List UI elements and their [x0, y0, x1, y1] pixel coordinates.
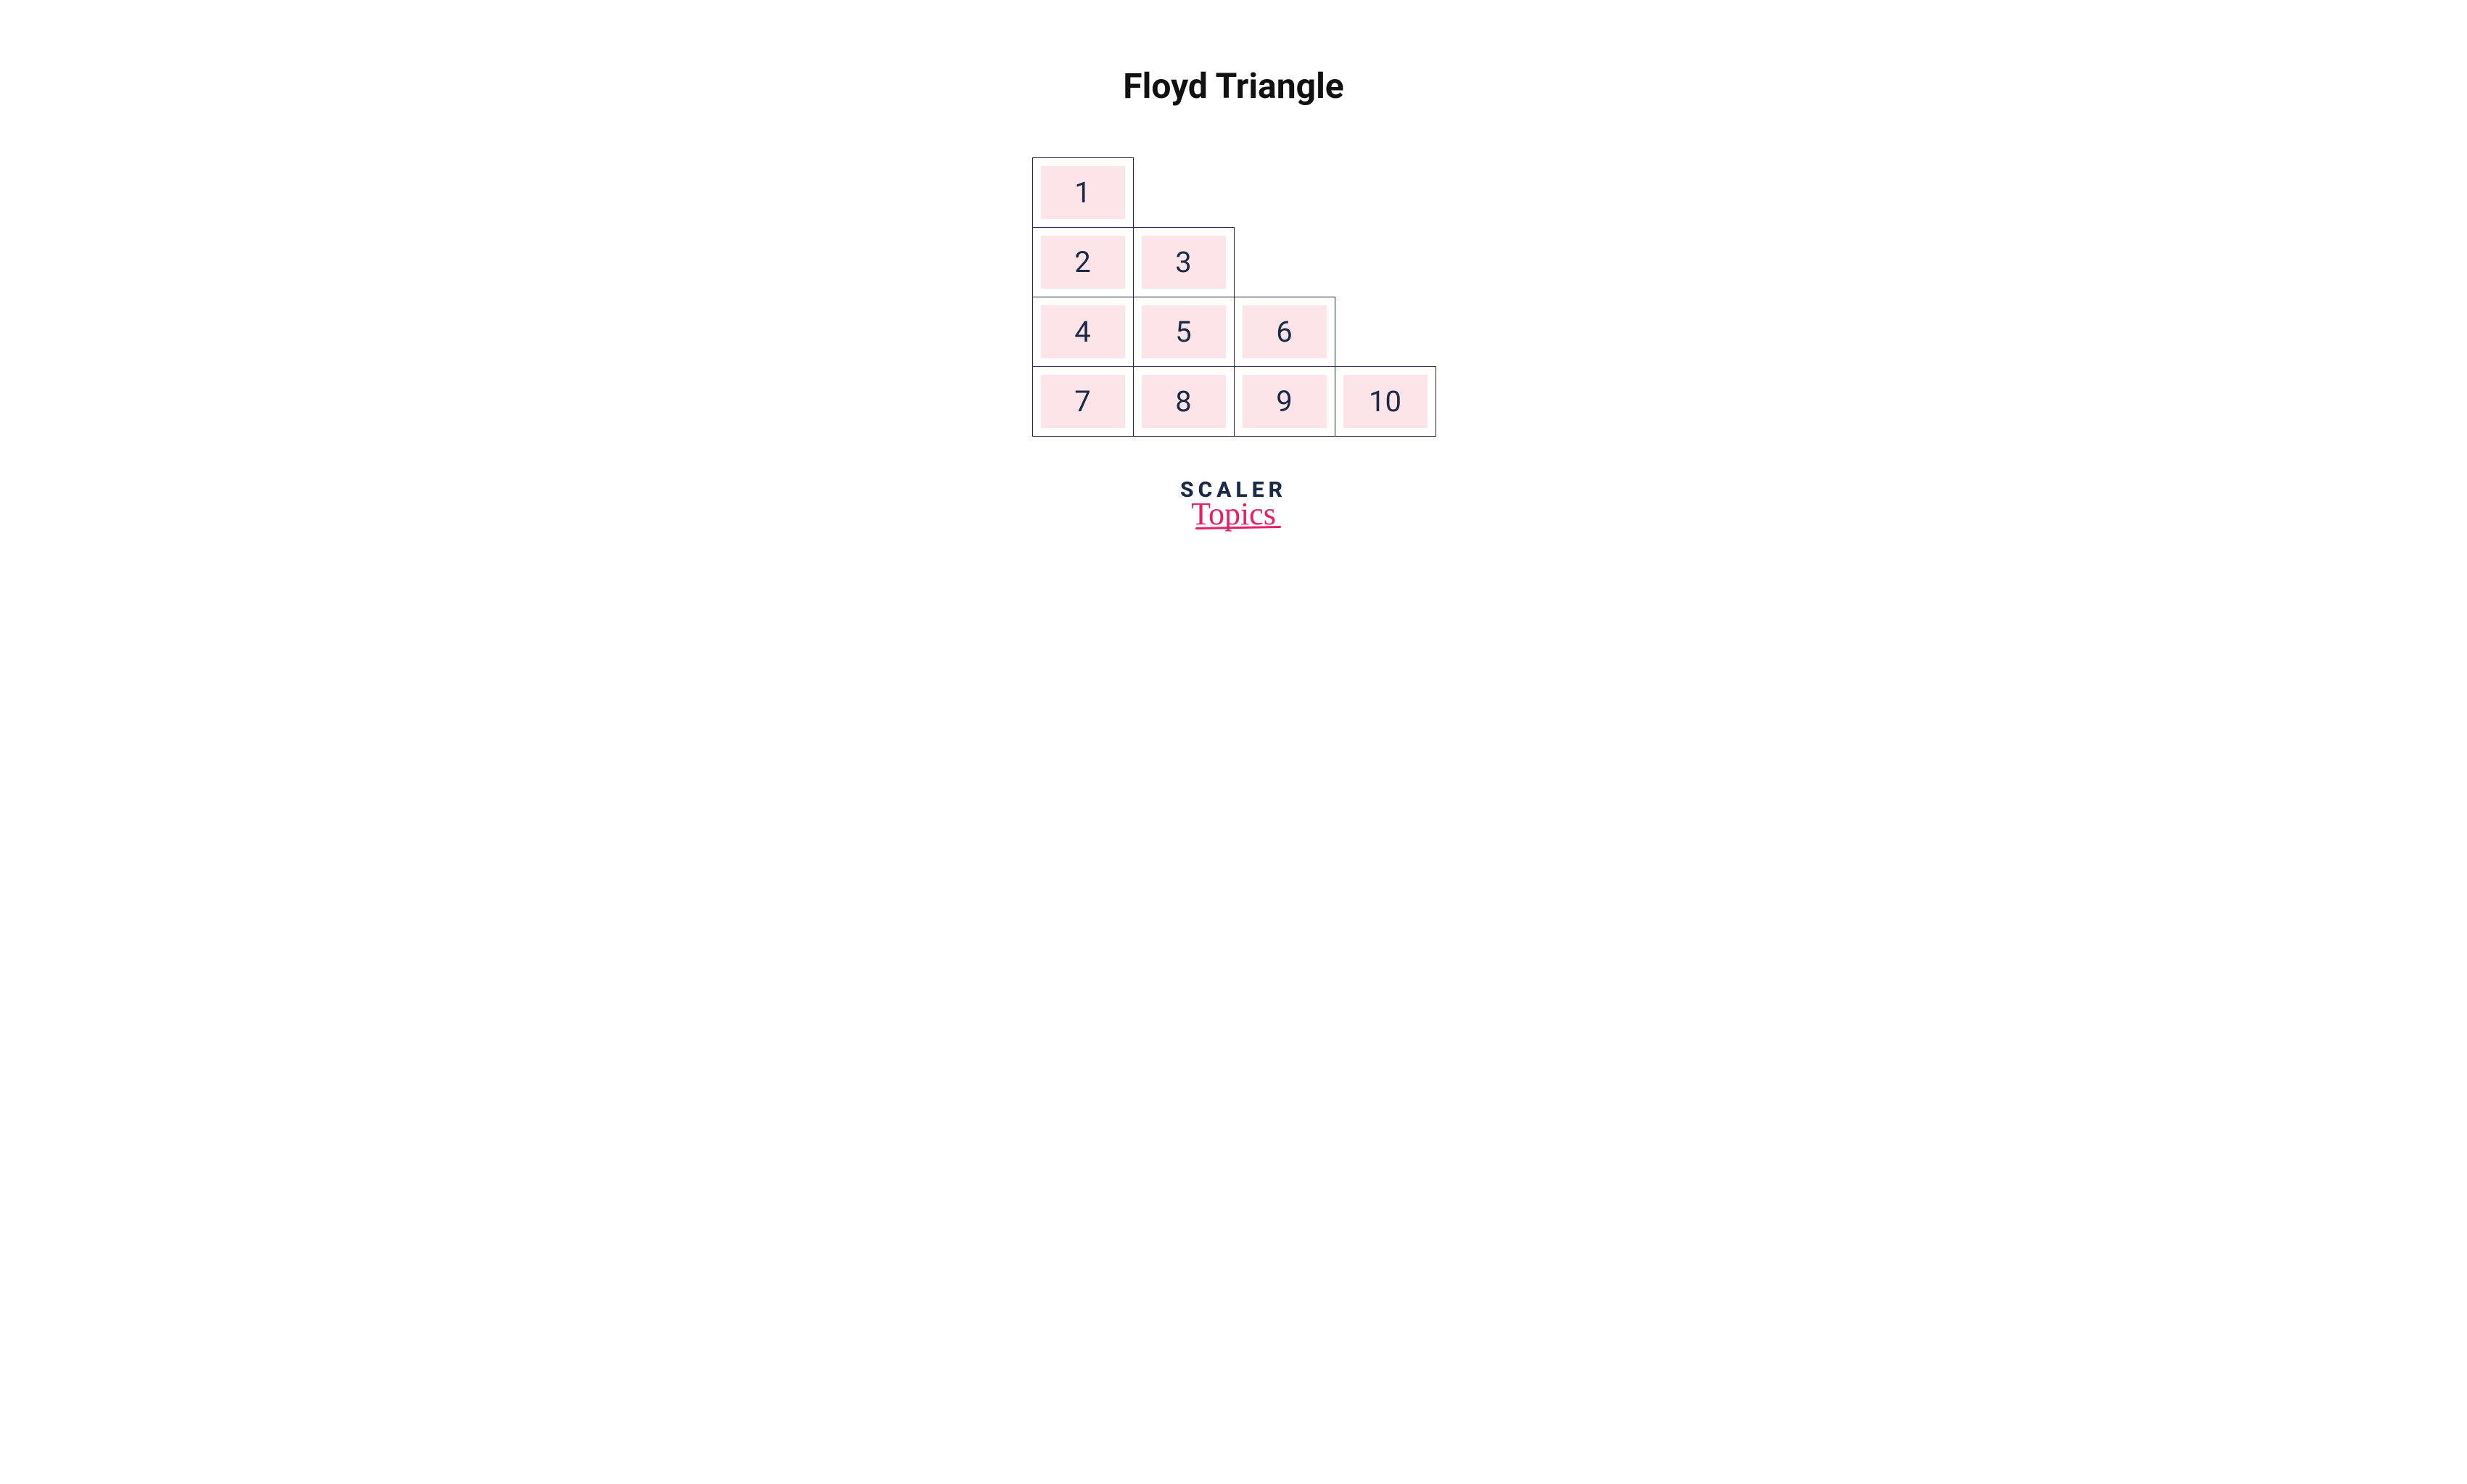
triangle-row: 1 — [1032, 157, 1133, 227]
triangle-cell: 6 — [1234, 297, 1335, 367]
triangle-row: 7 8 9 10 — [1032, 366, 1436, 436]
triangle-cell: 1 — [1032, 157, 1134, 228]
cell-value: 5 — [1142, 305, 1226, 358]
page-title: Floyd Triangle — [1123, 65, 1343, 107]
cell-value: 8 — [1142, 375, 1226, 428]
logo-sub-text: Topics — [1191, 498, 1276, 530]
triangle-cell: 3 — [1133, 227, 1235, 297]
cell-value: 7 — [1041, 375, 1125, 428]
triangle-cell: 5 — [1133, 297, 1235, 367]
triangle-cell: 8 — [1133, 366, 1235, 437]
cell-value: 1 — [1041, 166, 1125, 219]
triangle-cell: 9 — [1234, 366, 1335, 437]
floyd-triangle: 1 2 3 4 5 6 7 8 9 10 — [1032, 157, 1436, 436]
triangle-cell: 2 — [1032, 227, 1134, 297]
cell-value: 2 — [1041, 236, 1125, 289]
cell-value: 4 — [1041, 305, 1125, 358]
triangle-row: 4 5 6 — [1032, 297, 1335, 366]
triangle-cell: 4 — [1032, 297, 1134, 367]
cell-value: 3 — [1142, 236, 1226, 289]
triangle-cell: 7 — [1032, 366, 1134, 437]
cell-value: 10 — [1343, 375, 1428, 428]
triangle-row: 2 3 — [1032, 227, 1234, 297]
scaler-topics-logo: SCALER Topics — [1180, 479, 1287, 530]
cell-value: 9 — [1243, 375, 1327, 428]
cell-value: 6 — [1243, 305, 1327, 358]
triangle-cell: 10 — [1335, 366, 1436, 437]
